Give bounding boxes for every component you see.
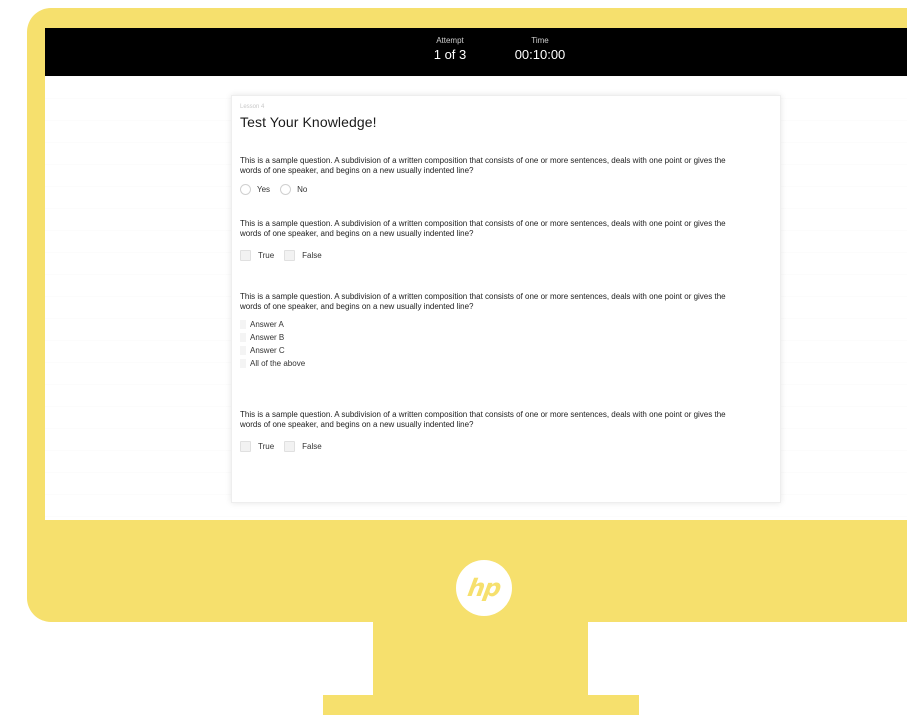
- option-label: Answer C: [250, 346, 285, 355]
- attempt-counter: Attempt 1 of 3: [415, 36, 485, 64]
- hp-logo: hp: [456, 560, 512, 616]
- option-label: Answer B: [250, 333, 285, 342]
- option-false[interactable]: False: [284, 441, 322, 452]
- quiz-status-bar: Attempt 1 of 3 Time 00:10:00: [45, 28, 907, 76]
- checkbox[interactable]: [240, 250, 251, 261]
- attempt-value: 1 of 3: [433, 47, 467, 62]
- option-marker[interactable]: [240, 320, 246, 329]
- checkbox[interactable]: [284, 250, 296, 261]
- option-marker[interactable]: [240, 333, 246, 342]
- question-3: This is a sample question. A subdivision…: [240, 292, 728, 369]
- time-label: Time: [531, 36, 549, 45]
- option-label: All of the above: [250, 359, 306, 368]
- question-1: This is a sample question. A subdivision…: [240, 156, 728, 195]
- question-4-options: True False: [240, 441, 728, 452]
- option-all-of-the-above[interactable]: All of the above: [240, 358, 718, 369]
- option-true[interactable]: True: [240, 441, 274, 452]
- monitor-stand-neck: [373, 622, 588, 695]
- time-value: 00:10:00: [514, 47, 566, 62]
- question-2-options: True False: [240, 250, 728, 261]
- question-1-options: Yes No: [240, 184, 728, 195]
- option-label: Yes: [257, 185, 271, 194]
- question-2: This is a sample question. A subdivision…: [240, 219, 728, 261]
- radio-button[interactable]: [280, 184, 292, 195]
- option-label: False: [302, 251, 322, 260]
- option-label: Answer A: [250, 320, 284, 329]
- question-3-options: Answer A Answer B Answer C All of the ab…: [240, 319, 728, 369]
- question-2-text: This is a sample question. A subdivision…: [240, 219, 726, 238]
- quiz-card: Lesson 4 Test Your Knowledge! This is a …: [231, 95, 781, 503]
- question-3-text: This is a sample question. A subdivision…: [240, 292, 726, 311]
- question-4-text: This is a sample question. A subdivision…: [240, 410, 726, 429]
- option-marker[interactable]: [240, 359, 246, 368]
- option-answer-b[interactable]: Answer B: [240, 332, 718, 343]
- monitor-screen: Attempt 1 of 3 Time 00:10:00 Lesson 4 Te…: [45, 28, 907, 520]
- quiz-title: Test Your Knowledge!: [240, 114, 377, 130]
- option-label: No: [297, 185, 308, 194]
- radio-button[interactable]: [240, 184, 251, 195]
- option-marker[interactable]: [240, 346, 246, 355]
- option-label: False: [302, 442, 322, 451]
- option-yes[interactable]: Yes: [240, 184, 270, 195]
- checkbox[interactable]: [240, 441, 251, 452]
- question-4: This is a sample question. A subdivision…: [240, 410, 728, 452]
- option-false[interactable]: False: [284, 250, 322, 261]
- hp-logo-text: hp: [465, 574, 503, 602]
- option-true[interactable]: True: [240, 250, 274, 261]
- monitor-illustration: hp Attempt 1 of 3 Time 00:10:00 Lesson 4…: [0, 0, 907, 715]
- attempt-label: Attempt: [436, 36, 464, 45]
- lesson-label: Lesson 4: [240, 104, 265, 110]
- option-answer-a[interactable]: Answer A: [240, 319, 718, 330]
- question-1-text: This is a sample question. A subdivision…: [240, 156, 726, 175]
- monitor-stand-base: [323, 695, 639, 715]
- checkbox[interactable]: [284, 441, 296, 452]
- option-answer-c[interactable]: Answer C: [240, 345, 718, 356]
- option-no[interactable]: No: [280, 184, 307, 195]
- option-label: True: [258, 442, 275, 451]
- time-counter: Time 00:10:00: [500, 36, 580, 64]
- option-label: True: [258, 251, 275, 260]
